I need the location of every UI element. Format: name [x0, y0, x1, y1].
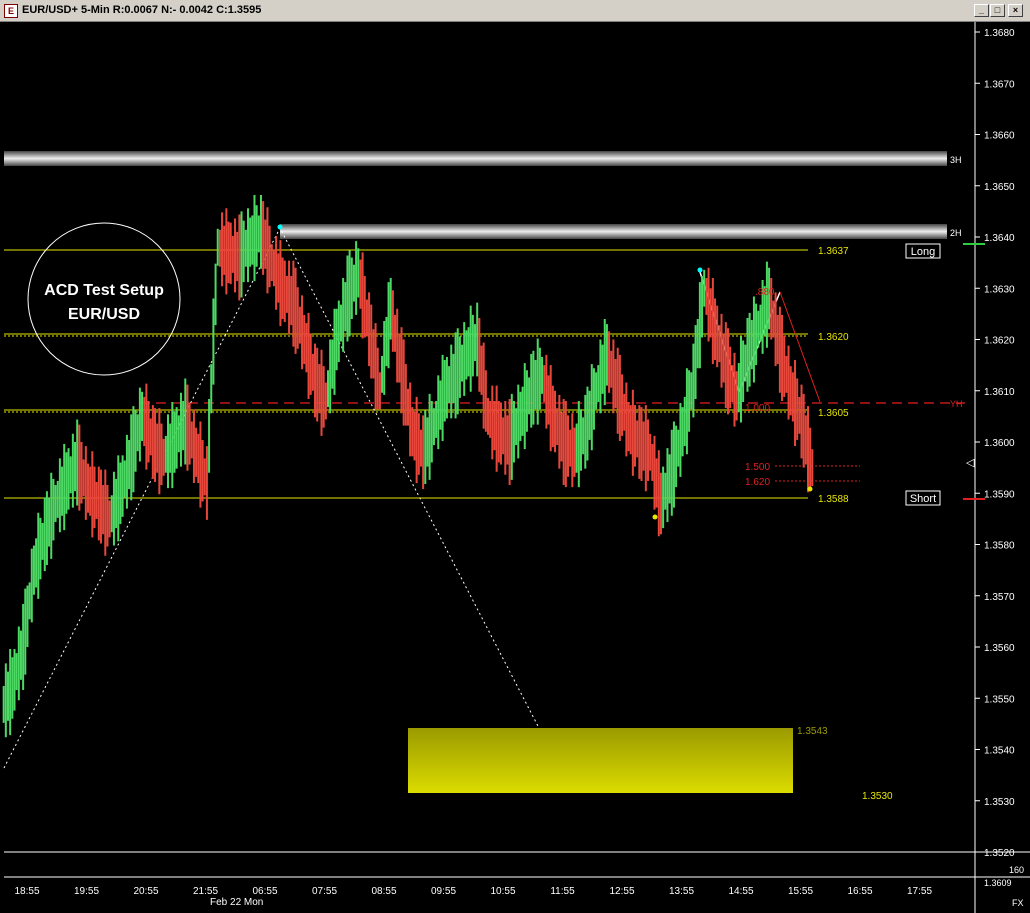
- price-tick-label: 1.3520: [984, 848, 1015, 859]
- price-tick-label: 1.3530: [984, 797, 1015, 808]
- yh-tag: YH: [950, 399, 963, 409]
- price-chart[interactable]: ACD Test Setup EUR/USD 1.3637 1.3620 1.3…: [0, 22, 1030, 913]
- price-tick-label: 1.3630: [984, 284, 1015, 295]
- time-tick-label: 13:55: [669, 886, 694, 897]
- date-label: Feb 22 Mon: [210, 897, 263, 908]
- price-tick-label: 1.3650: [984, 182, 1015, 193]
- minimize-icon[interactable]: _: [974, 4, 989, 17]
- time-tick-label: 11:55: [550, 886, 575, 897]
- volume-value: 160: [1009, 865, 1024, 875]
- h3-tag: 3H: [950, 155, 962, 165]
- setup-label-line1: ACD Test Setup: [44, 282, 164, 299]
- time-tick-label: 21:55: [193, 886, 218, 897]
- time-axis[interactable]: 18:55 19:55 20:55 21:55 06:55 07:55 08:55 09:55…: [4, 851, 1030, 908]
- time-tick-label: 14:55: [728, 886, 753, 897]
- time-tick-label: 07:55: [312, 886, 337, 897]
- time-tick-label: 15:55: [788, 886, 813, 897]
- long-level-label: 1.3637: [818, 246, 849, 257]
- setup-label-line2: EUR/USD: [68, 306, 140, 323]
- high-marker: [277, 224, 283, 230]
- time-tick-label: 16:55: [847, 886, 872, 897]
- upper-level-label: 1.3620: [818, 332, 849, 343]
- price-axis[interactable]: 1.3680 1.3670 1.3660 1.3650 1.3640 1.3630 1.36…: [963, 22, 1015, 913]
- price-tick-label: 1.3660: [984, 131, 1015, 142]
- setup-circle: [27, 222, 181, 376]
- h2-tag: 2H: [950, 228, 962, 238]
- price-tick-label: 1.3580: [984, 541, 1015, 552]
- time-tick-label: 19:55: [74, 886, 99, 897]
- short-tag: Short: [910, 493, 936, 505]
- time-tick-label: 20:55: [133, 886, 158, 897]
- time-tick-label: 09:55: [431, 886, 456, 897]
- window-titlebar[interactable]: E EUR/USD+ 5-Min R:0.0067 N:- 0.0042 C:1…: [0, 0, 1030, 22]
- time-tick-label: 18:55: [14, 886, 39, 897]
- pattern-top-marker: [697, 267, 703, 273]
- time-tick-label: 10:55: [490, 886, 515, 897]
- price-tick-label: 1.3550: [984, 694, 1015, 705]
- fib-880-label: .880: [755, 287, 775, 298]
- resistance-bar-3h: [4, 151, 947, 166]
- time-tick-label: 08:55: [371, 886, 396, 897]
- last-marker: [807, 486, 813, 492]
- app-icon: E: [4, 4, 18, 18]
- window-title: EUR/USD+ 5-Min R:0.0067 N:- 0.0042 C:1.3…: [22, 4, 262, 16]
- short-level-label: 1.3588: [818, 494, 849, 505]
- current-price-arrow-icon: ◁: [966, 457, 975, 469]
- time-tick-label: 12:55: [609, 886, 634, 897]
- last-price-value: 1.3609: [984, 878, 1012, 888]
- price-tick-label: 1.3670: [984, 79, 1015, 90]
- fx-tag: FX: [1012, 898, 1024, 908]
- price-tick-label: 1.3620: [984, 336, 1015, 347]
- close-icon[interactable]: ×: [1008, 4, 1023, 17]
- fib-1620-label: 1.620: [745, 477, 770, 488]
- price-bars: [2, 194, 814, 738]
- resistance-bar-2h: [280, 224, 947, 239]
- target-bottom-label: 1.3530: [862, 791, 893, 802]
- plot-area: ACD Test Setup EUR/USD 1.3637 1.3620 1.3…: [2, 151, 965, 802]
- price-tick-label: 1.3640: [984, 233, 1015, 244]
- time-tick-label: 17:55: [907, 886, 932, 897]
- mid-level-label: 1.3605: [818, 408, 849, 419]
- price-tick-label: 1.3610: [984, 387, 1015, 398]
- price-tick-label: 1.3560: [984, 643, 1015, 654]
- long-tag: Long: [911, 246, 935, 258]
- price-tick-label: 1.3680: [984, 28, 1015, 39]
- price-tick-label: 1.3600: [984, 438, 1015, 449]
- maximize-icon[interactable]: □: [990, 4, 1005, 17]
- time-tick-label: 06:55: [252, 886, 277, 897]
- target-top-label: 1.3543: [797, 726, 828, 737]
- price-tick-label: 1.3590: [984, 489, 1015, 500]
- price-tick-label: 1.3540: [984, 746, 1015, 757]
- fib-1500-label: 1.500: [745, 462, 770, 473]
- low-marker: [652, 514, 658, 520]
- price-tick-label: 1.3570: [984, 592, 1015, 603]
- target-zone: [408, 728, 793, 793]
- fib-1000-label: 1.000: [745, 403, 770, 414]
